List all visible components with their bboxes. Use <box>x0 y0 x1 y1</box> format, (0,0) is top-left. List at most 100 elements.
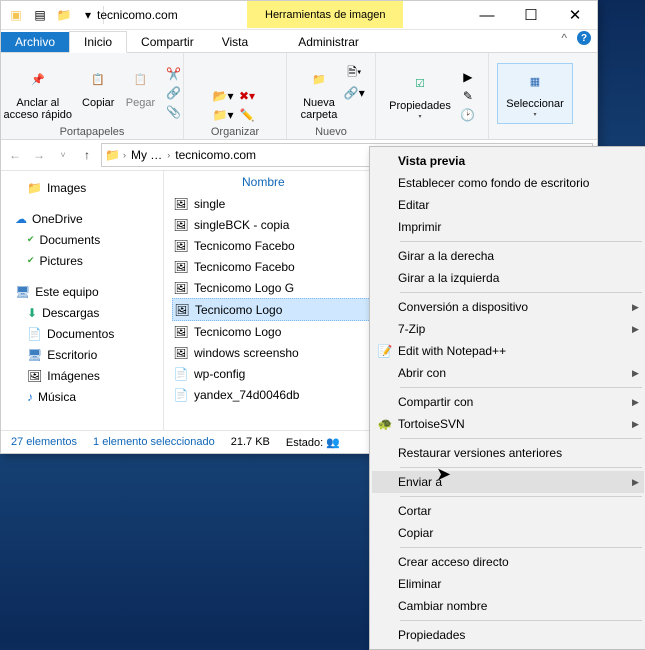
menu-item-label: Vista previa <box>398 154 632 168</box>
tree-thispc[interactable]: 🖥Este equipo <box>15 281 163 302</box>
file-icon: 🖼 <box>173 303 191 317</box>
menu-item[interactable]: 🐢TortoiseSVN▶ <box>372 413 644 435</box>
tab-inicio[interactable]: Inicio <box>69 31 127 53</box>
nav-back-icon[interactable]: ← <box>5 145 25 165</box>
menu-item[interactable]: Propiedades <box>372 624 644 646</box>
minimize-button[interactable]: — <box>465 1 509 29</box>
tree-desktop[interactable]: 🖥Escritorio <box>15 344 163 365</box>
qat-properties-icon[interactable]: ▤ <box>31 6 49 24</box>
menu-item-label: Compartir con <box>398 395 632 409</box>
app-icon[interactable]: ▣ <box>7 6 25 24</box>
tree-od-pictures[interactable]: ✔Pictures <box>15 250 163 271</box>
menu-item[interactable]: 📝Edit with Notepad++ <box>372 340 644 362</box>
menu-item[interactable]: Conversión a dispositivo▶ <box>372 296 644 318</box>
tree-music[interactable]: ♪Música <box>15 386 163 407</box>
properties-button[interactable]: ☑Propiedades▾ <box>385 68 455 124</box>
easyaccess-icon[interactable]: 🔗▾ <box>343 84 365 102</box>
menu-separator <box>400 467 642 468</box>
paste-shortcut-icon[interactable]: 📎 <box>162 103 184 121</box>
history-icon[interactable]: 🕑 <box>457 106 479 124</box>
menu-item[interactable]: Vista previa <box>372 150 644 172</box>
menu-item-label: Edit with Notepad++ <box>398 344 632 358</box>
nav-up-icon[interactable]: ↑ <box>77 145 97 165</box>
close-button[interactable]: ✕ <box>553 1 597 29</box>
tree-od-documents[interactable]: ✔Documents <box>15 229 163 250</box>
submenu-arrow-icon: ▶ <box>632 302 644 313</box>
submenu-arrow-icon: ▶ <box>632 368 644 379</box>
nav-forward-icon: → <box>29 145 49 165</box>
tab-administrar[interactable]: Administrar <box>284 32 373 52</box>
group-clipboard-label: Portapapeles <box>60 126 125 138</box>
nav-tree[interactable]: 📁Images ☁OneDrive ✔Documents ✔Pictures 🖥… <box>1 171 163 430</box>
file-icon: 🖼 <box>172 325 190 339</box>
menu-item[interactable]: Editar <box>372 194 644 216</box>
menu-item[interactable]: Girar a la izquierda <box>372 267 644 289</box>
tree-onedrive[interactable]: ☁OneDrive <box>15 208 163 229</box>
delete-icon[interactable]: ✖▾ <box>236 87 258 105</box>
select-button[interactable]: ▦Seleccionar▾ <box>497 63 572 124</box>
tab-archivo[interactable]: Archivo <box>1 32 69 52</box>
group-organize-label: Organizar <box>211 126 259 138</box>
edit-icon[interactable]: ✎ <box>457 87 479 105</box>
move-icon[interactable]: 📂▾ <box>212 87 234 105</box>
copypath-icon[interactable]: 🔗 <box>162 84 184 102</box>
copyto-icon[interactable]: 📁▾ <box>212 106 234 124</box>
menu-item[interactable]: Copiar <box>372 522 644 544</box>
copy-button[interactable]: 📋Copiar <box>78 65 118 124</box>
menu-item-label: Propiedades <box>398 628 632 642</box>
file-icon: 🖼 <box>172 218 190 232</box>
menu-separator <box>400 438 642 439</box>
paste-button[interactable]: 📋Pegar <box>120 65 160 124</box>
menu-item[interactable]: Crear acceso directo <box>372 551 644 573</box>
context-menu[interactable]: Vista previa Establecer como fondo de esc… <box>369 146 645 650</box>
pin-button[interactable]: 📌Anclar al acceso rápido <box>0 65 76 124</box>
file-name: Tecnicomo Logo G <box>190 281 294 295</box>
file-name: windows screensho <box>190 346 299 360</box>
menu-item[interactable]: Abrir con▶ <box>372 362 644 384</box>
status-count: 27 elementos <box>11 436 77 448</box>
submenu-arrow-icon: ▶ <box>632 397 644 408</box>
nav-recent-icon[interactable]: ˅ <box>53 145 73 165</box>
menu-item[interactable]: Cortar <box>372 500 644 522</box>
tree-documents2[interactable]: 📄Documentos <box>15 323 163 344</box>
menu-item-label: Cambiar nombre <box>398 599 632 613</box>
cut-icon[interactable]: ✂️ <box>162 65 184 83</box>
ribbon-tabs: Archivo Inicio Compartir Vista Administr… <box>1 30 597 53</box>
menu-item-label: Establecer como fondo de escritorio <box>398 176 632 190</box>
menu-item[interactable]: Establecer como fondo de escritorio <box>372 172 644 194</box>
menu-item[interactable]: Imprimir <box>372 216 644 238</box>
menu-item-label: Crear acceso directo <box>398 555 632 569</box>
qat-dropdown-icon[interactable]: ▾ <box>79 6 97 24</box>
file-name: Tecnicomo Logo <box>191 303 282 317</box>
help-icon[interactable]: ? <box>577 31 591 45</box>
crumb-current[interactable]: tecnicomo.com <box>173 148 258 162</box>
qat-folder-icon[interactable]: 📁 <box>55 6 73 24</box>
menu-item-label: Abrir con <box>398 366 632 380</box>
newfolder-button[interactable]: 📁Nueva carpeta <box>297 65 342 124</box>
menu-item[interactable]: Girar a la derecha <box>372 245 644 267</box>
newitem-icon[interactable]: 🗎▾ <box>343 65 365 83</box>
tree-images[interactable]: 📁Images <box>15 177 163 198</box>
menu-item[interactable]: Cambiar nombre <box>372 595 644 617</box>
menu-item[interactable]: Compartir con▶ <box>372 391 644 413</box>
ribbon-collapse-icon[interactable]: ^ <box>561 31 567 45</box>
menu-item[interactable]: Restaurar versiones anteriores <box>372 442 644 464</box>
tab-compartir[interactable]: Compartir <box>127 32 208 52</box>
menu-item-icon: 📝 <box>372 344 398 358</box>
maximize-button[interactable]: ☐ <box>509 1 553 29</box>
tree-pictures2[interactable]: 🖼Imágenes <box>15 365 163 386</box>
file-name: wp-config <box>190 367 245 381</box>
menu-separator <box>400 292 642 293</box>
crumb-root[interactable]: My … <box>129 148 164 162</box>
submenu-arrow-icon: ▶ <box>632 477 644 488</box>
menu-item[interactable]: Eliminar <box>372 573 644 595</box>
open-icon[interactable]: ▶ <box>457 68 479 86</box>
menu-item[interactable]: 7-Zip▶ <box>372 318 644 340</box>
tab-vista[interactable]: Vista <box>208 32 262 52</box>
tree-downloads[interactable]: ⬇Descargas <box>15 302 163 323</box>
rename-icon[interactable]: ✏️ <box>236 106 258 124</box>
file-icon: 🖼 <box>172 239 190 253</box>
contextual-tab-imagetools[interactable]: Herramientas de imagen <box>247 1 403 28</box>
menu-item[interactable]: Enviar a▶ <box>372 471 644 493</box>
window-title: tecnicomo.com <box>97 2 178 28</box>
